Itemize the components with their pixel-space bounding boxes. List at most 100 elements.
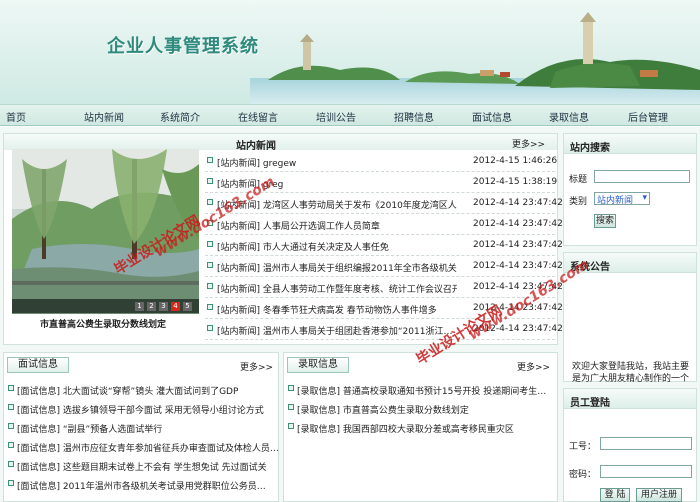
list-item-title[interactable]: [录取信息] 我国西部四校大录取分差或高考移民重灾区 <box>297 422 557 435</box>
search-keyword-input[interactable] <box>594 170 690 183</box>
bullet-icon <box>8 461 14 467</box>
news-item-title[interactable]: [站内新闻] 龙湾区人事劳动局关于发布《2010年度龙湾区人… <box>217 198 457 211</box>
news-item-title[interactable]: [站内新闻] 全县人事劳动工作暨年度考核、统计工作会议召开 <box>217 282 457 295</box>
list-item[interactable]: [录取信息] 我国西部四校大录取分差或高考移民重灾区 <box>288 419 558 436</box>
bullet-icon <box>207 220 213 226</box>
news-item[interactable]: [站内新闻] 龙湾区人事劳动局关于发布《2010年度龙湾区人… 2012-4-1… <box>205 194 563 214</box>
notice-scrolling-text: 欢迎大家登陆我站，我站主要是为广大朋友精心制作的一个 <box>572 362 690 383</box>
news-item[interactable]: [站内新闻] 人事局公开选调工作人员简章 2012-4-14 23:47:42 <box>205 215 563 235</box>
news-panel-header: 站内新闻 更多>> <box>4 134 557 152</box>
slideshow-page-3[interactable]: 3 <box>159 302 168 311</box>
slideshow-page-1[interactable]: 1 <box>135 302 144 311</box>
news-item-title[interactable]: [站内新闻] 温州市人事局关于组团赴香港参加“2011浙江… <box>217 324 452 337</box>
search-category-value: 站内新闻 <box>597 196 634 206</box>
interview-more-link[interactable]: 更多>> <box>240 360 273 373</box>
news-item[interactable]: [站内新闻] 冬春季节狂犬病高发 春节动物饬人事件增多 2012-4-14 23… <box>205 299 563 319</box>
news-item[interactable]: [站内新闻] 温州市人事局关于组织编报2011年全市各级机关 2012-4-14… <box>205 257 563 277</box>
search-category-label: 类别 <box>569 197 588 207</box>
list-item-title[interactable]: [面试信息] 这些题目期末试卷上不会有 学生想免试 先过面试关 <box>17 460 279 473</box>
search-keyword-label: 标题 <box>569 175 588 185</box>
list-item[interactable]: [面试信息] 选拔乡镇领导干部今面试 采用无领导小组讨论方式 <box>8 400 278 417</box>
login-button[interactable]: 登 陆 <box>600 488 630 502</box>
list-item[interactable]: [面试信息] 这些题目期末试卷上不会有 学生想免试 先过面试关 <box>8 457 278 474</box>
list-item-title[interactable]: [面试信息] 2011年温州市各级机关考试录用党群职位公务员… <box>17 479 279 492</box>
login-box-title: 员工登陆 <box>570 398 610 409</box>
bullet-icon <box>8 385 14 391</box>
news-item[interactable]: [站内新闻] 市人大通过有关决定及人事任免 2012-4-14 23:47:42 <box>205 236 563 256</box>
list-item-title[interactable]: [录取信息] 市直普高公费生录取分数线划定 <box>297 403 557 416</box>
slideshow-caption[interactable]: 市直普高公费生录取分数线划定 <box>40 317 166 330</box>
admission-panel-tab[interactable]: 录取信息 <box>287 357 349 373</box>
bullet-icon <box>288 404 294 410</box>
bullet-icon <box>8 442 14 448</box>
search-button[interactable]: 搜索 <box>594 214 616 228</box>
bullet-icon <box>288 385 294 391</box>
chevron-down-icon: ▾ <box>642 193 647 203</box>
search-box: 站内搜索 标题 类别 站内新闻 ▾ 搜索 <box>563 133 697 246</box>
slideshow-page-4[interactable]: 4 <box>171 302 180 311</box>
bullet-icon <box>207 262 213 268</box>
nav-site-news[interactable]: 站内新闻 <box>84 109 124 124</box>
list-item-title[interactable]: [面试信息] 选拔乡镇领导干部今面试 采用无领导小组讨论方式 <box>17 403 279 416</box>
admission-panel: 录取信息 更多>> [录取信息] 普通高校录取通知书预计15号开投 投递期间考生… <box>283 352 558 502</box>
site-title: 企业人事管理系统 <box>107 36 259 57</box>
news-item[interactable]: [站内新闻] 温州市人事局关于组团赴香港参加“2011浙江… 2012-4-14… <box>205 320 563 340</box>
list-item[interactable]: [录取信息] 普通高校录取通知书预计15号开投 投递期间考生… <box>288 381 558 398</box>
news-item[interactable]: [站内新闻] greg 2012-4-15 1:38:19 <box>205 173 557 193</box>
nav-system-intro[interactable]: 系统简介 <box>160 109 200 124</box>
admission-more-link[interactable]: 更多>> <box>517 360 550 373</box>
list-item[interactable]: [面试信息] 北大面试谈“穿帮”镜头 灌大面试问到了GDP <box>8 381 278 398</box>
nav-interview[interactable]: 面试信息 <box>472 109 512 124</box>
notice-box-header: 系统公告 <box>564 253 696 273</box>
nav-admission[interactable]: 录取信息 <box>549 109 589 124</box>
list-item-title[interactable]: [面试信息] 北大面试谈“穿帮”镜头 灌大面试问到了GDP <box>17 384 279 397</box>
bullet-icon <box>207 178 213 184</box>
news-more-link[interactable]: 更多>> <box>512 137 545 150</box>
news-item-date: 2012-4-14 23:47:42 <box>473 324 563 334</box>
bullet-icon <box>8 404 14 410</box>
news-item-date: 2012-4-14 23:47:42 <box>473 303 563 313</box>
news-item-title[interactable]: [站内新闻] 市人大通过有关决定及人事任免 <box>217 240 389 253</box>
news-item-title[interactable]: [站内新闻] 温州市人事局关于组织编报2011年全市各级机关 <box>217 261 457 274</box>
register-button[interactable]: 用户注册 <box>636 488 682 502</box>
list-item-title[interactable]: [录取信息] 普通高校录取通知书预计15号开投 投递期间考生… <box>297 384 557 397</box>
news-panel: 站内新闻 更多>> 1 2 3 4 5 市直普高公费生录取分数线划定 [站内新闻… <box>3 133 563 345</box>
main-nav: 首页 站内新闻 系统简介 在线留言 培训公告 招聘信息 面试信息 录取信息 后台… <box>0 104 700 126</box>
news-item-date: 2012-4-15 1:46:26 <box>473 156 558 166</box>
nav-admin[interactable]: 后台管理 <box>628 109 668 124</box>
list-item[interactable]: [录取信息] 市直普高公费生录取分数线划定 <box>288 400 558 417</box>
news-item-date: 2012-4-14 23:47:42 <box>473 198 563 208</box>
news-item-title[interactable]: [站内新闻] 冬春季节狂犬病高发 春节动物饬人事件增多 <box>217 303 437 316</box>
bullet-icon <box>207 199 213 205</box>
list-item-title[interactable]: [面试信息] 温州市应征女青年参加省征兵办审查面试及体检人员… <box>17 441 279 454</box>
slideshow-page-2[interactable]: 2 <box>147 302 156 311</box>
list-item[interactable]: [面试信息] 温州市应征女青年参加省征兵办审查面试及体检人员… <box>8 438 279 455</box>
list-item[interactable]: [面试信息] “副县”预备人选面试举行 <box>8 419 278 436</box>
nav-training-notice[interactable]: 培训公告 <box>316 109 356 124</box>
slideshow-page-5[interactable]: 5 <box>183 302 192 311</box>
login-box-header: 员工登陆 <box>564 389 696 409</box>
news-item[interactable]: [站内新闻] 全县人事劳动工作暨年度考核、统计工作会议召开 2012-4-14 … <box>205 278 563 298</box>
nav-recruitment[interactable]: 招聘信息 <box>394 109 434 124</box>
username-input[interactable] <box>600 437 692 450</box>
notice-box: 系统公告 欢迎大家登陆我站，我站主要是为广大朋友精心制作的一个 <box>563 252 697 383</box>
news-item-title[interactable]: [站内新闻] greg <box>217 177 283 190</box>
interview-panel-tab[interactable]: 面试信息 <box>7 357 69 373</box>
news-item-title[interactable]: [站内新闻] 人事局公开选调工作人员简章 <box>217 219 380 232</box>
notice-box-title: 系统公告 <box>570 262 610 273</box>
list-item[interactable]: [面试信息] 2011年温州市各级机关考试录用党群职位公务员… <box>8 476 278 493</box>
password-input[interactable] <box>600 465 692 478</box>
news-item-title[interactable]: [站内新闻] gregew <box>217 156 296 169</box>
nav-home[interactable]: 首页 <box>6 109 26 124</box>
list-item-title[interactable]: [面试信息] “副县”预备人选面试举行 <box>17 422 279 435</box>
search-box-header: 站内搜索 <box>564 134 696 154</box>
news-slideshow-image[interactable] <box>12 149 199 314</box>
park-photo <box>12 149 199 314</box>
bullet-icon <box>288 423 294 429</box>
search-category-select[interactable]: 站内新闻 ▾ <box>594 192 650 206</box>
bullet-icon <box>8 480 14 486</box>
nav-online-message[interactable]: 在线留言 <box>238 109 278 124</box>
news-panel-title: 站内新闻 <box>236 141 276 152</box>
news-item[interactable]: [站内新闻] gregew 2012-4-15 1:46:26 <box>205 152 558 172</box>
bullet-icon <box>8 423 14 429</box>
